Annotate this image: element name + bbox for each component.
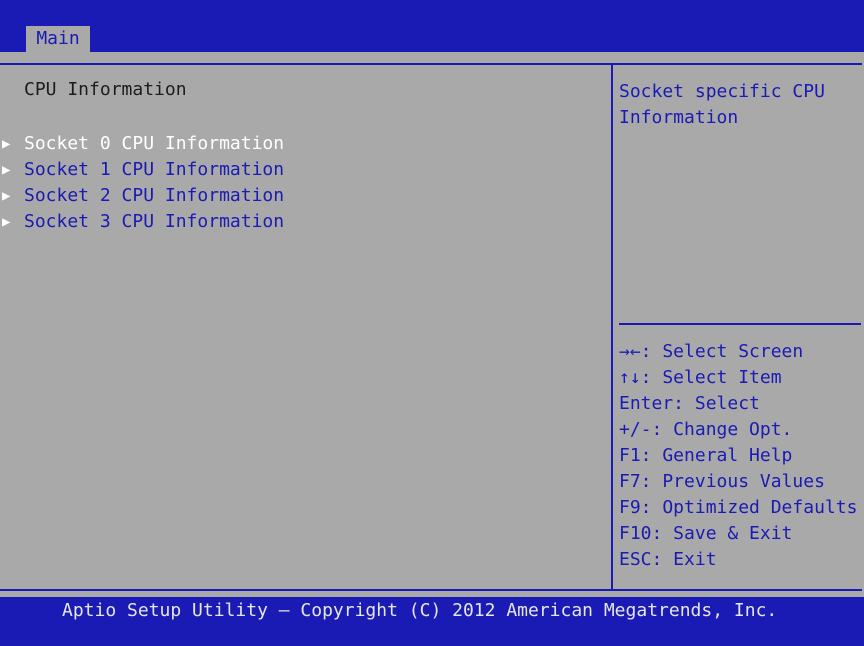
key-hint-esc: ESC: Exit xyxy=(619,549,717,570)
menu-item-label: Socket 2 CPU Information xyxy=(24,185,285,206)
key-hint-change-opt: +/-: Change Opt. xyxy=(619,419,793,440)
triangle-right-icon: ▶ xyxy=(2,188,11,204)
triangle-right-icon: ▶ xyxy=(2,162,11,178)
help-pane: Socket specific CPU Information →←: Sele… xyxy=(613,65,862,587)
menu-item-label: Socket 0 CPU Information xyxy=(24,133,285,154)
menu-item-label: Socket 1 CPU Information xyxy=(24,159,285,180)
footer-bar: Aptio Setup Utility – Copyright (C) 2012… xyxy=(0,597,864,646)
item-help-text: Socket specific CPU Information xyxy=(619,81,825,128)
menu-item-socket-1[interactable]: ▶ Socket 1 CPU Information xyxy=(0,157,284,183)
menu-item-socket-2[interactable]: ▶ Socket 2 CPU Information xyxy=(0,183,284,209)
key-hint-f1: F1: General Help xyxy=(619,445,793,466)
bios-setup-screen: Main CPU Information ▶ Socket 0 CPU Info… xyxy=(0,0,864,646)
key-hint-enter: Enter: Select xyxy=(619,393,760,414)
help-divider xyxy=(619,323,861,325)
menu-item-socket-3[interactable]: ▶ Socket 3 CPU Information xyxy=(0,209,284,235)
triangle-right-icon: ▶ xyxy=(2,136,11,152)
key-hint-f9: F9: Optimized Defaults xyxy=(619,497,858,518)
key-hint-f10: F10: Save & Exit xyxy=(619,523,793,544)
header-bar: Main xyxy=(0,0,864,52)
copyright-text: Aptio Setup Utility – Copyright (C) 2012… xyxy=(62,600,778,621)
triangle-right-icon: ▶ xyxy=(2,214,11,230)
key-hint-f7: F7: Previous Values xyxy=(619,471,825,492)
key-legend: →←: Select Screen ↑↓: Select Item Enter:… xyxy=(619,339,864,573)
menu-item-label: Socket 3 CPU Information xyxy=(24,211,285,232)
key-hint-select-item: ↑↓: Select Item xyxy=(619,367,782,388)
settings-pane: CPU Information ▶ Socket 0 CPU Informati… xyxy=(0,65,611,587)
section-title: CPU Information xyxy=(24,79,187,100)
content-area: CPU Information ▶ Socket 0 CPU Informati… xyxy=(0,52,864,597)
key-hint-select-screen: →←: Select Screen xyxy=(619,341,804,362)
tab-main[interactable]: Main xyxy=(26,26,90,52)
menu-item-socket-0[interactable]: ▶ Socket 0 CPU Information xyxy=(0,131,284,157)
